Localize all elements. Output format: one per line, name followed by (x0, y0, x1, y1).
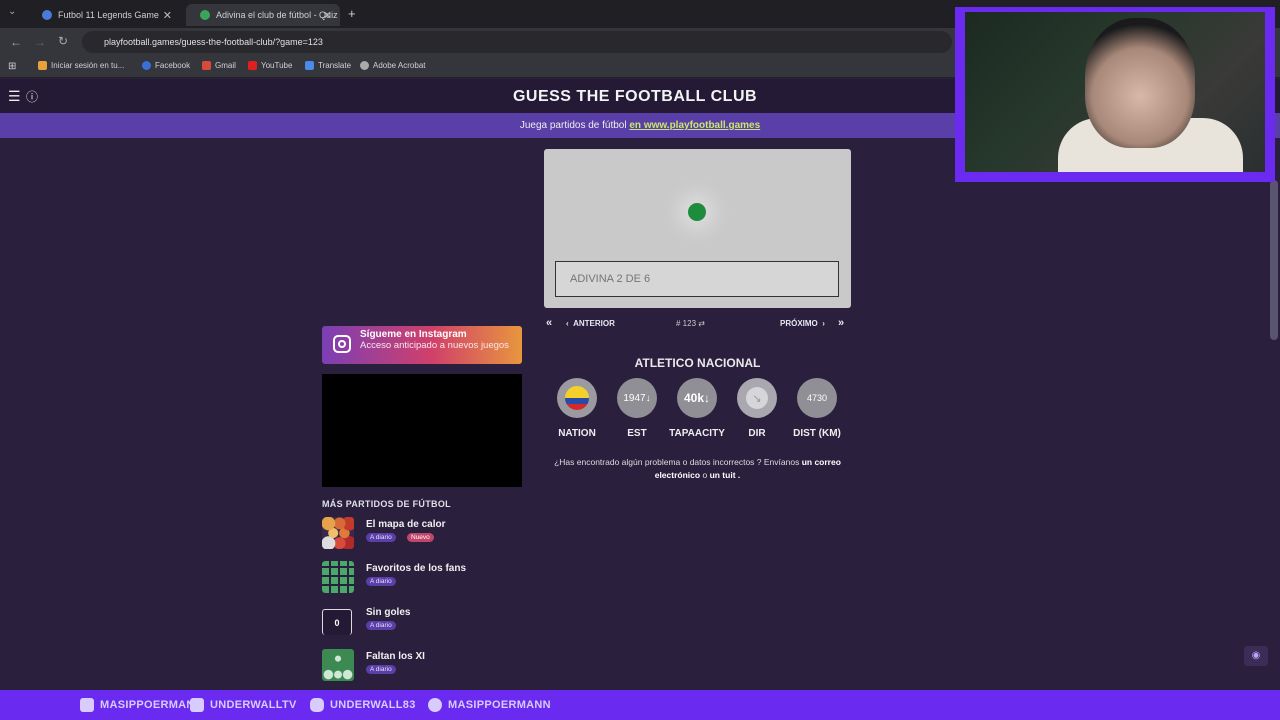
clue-label-dist: DIST (KM) (793, 428, 841, 439)
report-text: ¿Has encontrado algún problema o datos i… (544, 456, 851, 482)
social-handle: UNDERWALL83 (330, 699, 416, 711)
guess-input[interactable] (555, 261, 839, 297)
social-kick: UNDERWALLTV (190, 698, 297, 712)
game-name: Sin goles (366, 607, 411, 618)
instagram-title: Sígueme en Instagram (360, 329, 467, 340)
game-name: El mapa de calor (366, 519, 446, 530)
youtube-icon (310, 698, 324, 712)
previous-button[interactable]: ‹ ANTERIOR (566, 319, 615, 328)
fans-grid-icon (322, 561, 354, 593)
club-crest-image (688, 203, 706, 221)
bookmark-adobe[interactable]: Adobe Acrobat (360, 61, 425, 70)
address-bar[interactable]: playfootball.games/guess-the-football-cl… (82, 31, 952, 53)
tiktok-icon (428, 698, 442, 712)
report-or: o (702, 470, 708, 480)
url-text: playfootball.games/guess-the-football-cl… (104, 37, 323, 47)
daily-badge: A diario (366, 577, 396, 586)
clue-nation (557, 378, 597, 418)
apps-grid-icon[interactable]: ⊞ (8, 61, 16, 72)
instagram-icon (333, 335, 351, 353)
bookmark-translate[interactable]: Translate (305, 61, 351, 70)
first-game-icon[interactable]: « (546, 317, 552, 329)
game-link-sin-goles[interactable]: 0 Sin goles A diario (322, 605, 522, 639)
playfootball-favicon-icon (200, 10, 210, 20)
bookmark-gmail[interactable]: Gmail (202, 61, 236, 70)
bookmark-youtube[interactable]: YouTube (248, 61, 292, 70)
previous-label: ANTERIOR (573, 319, 615, 328)
microsoft-icon (38, 61, 47, 70)
close-icon[interactable]: ✕ (163, 9, 172, 22)
new-badge: Nuevo (407, 533, 434, 542)
floating-widget-icon[interactable]: ◉ (1244, 646, 1268, 666)
clue-direction: ↘ (737, 378, 777, 418)
social-instagram: MASIPPOERMAN (80, 698, 195, 712)
promo-link[interactable]: en www.playfootball.games (629, 120, 760, 131)
next-label: PRÓXIMO (780, 319, 818, 328)
game-link-favoritos[interactable]: Favoritos de los fans A diario (322, 561, 522, 595)
tab-search-icon[interactable]: ⌄ (8, 6, 16, 17)
video-embed[interactable] (322, 374, 522, 487)
tab-label: Futbol 11 Legends Game (58, 10, 159, 20)
game-number-text: # 123 (676, 319, 697, 328)
social-youtube: UNDERWALL83 (310, 698, 416, 712)
reload-icon[interactable]: ↻ (58, 34, 68, 48)
kick-icon (190, 698, 204, 712)
bookmark-facebook[interactable]: Facebook (142, 61, 190, 70)
bookmark-label: Adobe Acrobat (373, 61, 426, 70)
clue-distance: 4730 (797, 378, 837, 418)
more-games-title: MÁS PARTIDOS DE FÚTBOL (322, 499, 451, 509)
tweet-link[interactable]: un tuit (710, 470, 736, 480)
social-handle: MASIPPOERMANN (448, 699, 551, 711)
game-name: Faltan los XI (366, 651, 425, 662)
game-number: # 123 ⇄ (676, 319, 705, 328)
daily-badge: A diario (366, 533, 396, 542)
futbol11-favicon-icon (42, 10, 52, 20)
bookmark-label: YouTube (261, 61, 293, 70)
colombia-flag-icon (565, 386, 589, 410)
gmail-icon (202, 61, 211, 70)
facebook-icon (142, 61, 151, 70)
back-arrow-icon[interactable]: ← (10, 35, 22, 49)
webcam-person (1085, 18, 1195, 148)
tab-adivina-club[interactable]: Adivina el club de fútbol - Quiz ✕ (186, 4, 340, 26)
daily-badge: A diario (366, 621, 396, 630)
game-link-mapa-calor[interactable]: El mapa de calor A diario Nuevo (322, 517, 522, 551)
report-end: . (737, 470, 741, 480)
heatmap-icon (322, 517, 354, 549)
daily-badge: A diario (366, 665, 396, 674)
translate-icon (305, 61, 314, 70)
promo-text: Juega partidos de fútbol (519, 120, 627, 131)
social-handle: UNDERWALLTV (210, 699, 297, 711)
next-button[interactable]: PRÓXIMO › (780, 319, 825, 328)
random-swap-icon[interactable]: ⇄ (698, 319, 705, 328)
last-game-icon[interactable]: » (838, 317, 844, 329)
bookmark-label: Facebook (155, 61, 191, 70)
pitch-lineup-icon (322, 649, 354, 681)
tab-label: Adivina el club de fútbol - Quiz (216, 10, 338, 20)
page-scrollbar[interactable] (1270, 180, 1278, 340)
close-icon[interactable]: ✕ (323, 9, 332, 22)
new-tab-icon[interactable]: + (348, 6, 356, 21)
instagram-subtitle: Acceso anticipado a nuevos juegos (360, 340, 509, 351)
clue-capacity: 40k↓ (677, 378, 717, 418)
bookmark-label: Gmail (215, 61, 236, 70)
bookmark-label: Iniciar sesión en tu... (51, 61, 125, 70)
goal-icon: 0 (322, 609, 352, 635)
adobe-acrobat-icon (360, 61, 369, 70)
report-prefix: ¿Has encontrado algún problema o datos i… (554, 457, 800, 467)
instagram-icon (80, 698, 94, 712)
bookmark-label: Translate (318, 61, 352, 70)
clue-est: 1947↓ (617, 378, 657, 418)
youtube-icon (248, 61, 257, 70)
game-link-faltan-xi[interactable]: Faltan los XI A diario (322, 649, 522, 683)
game-name: Favoritos de los fans (366, 563, 467, 574)
direction-arrow-icon: ↘ (746, 387, 768, 409)
revealed-club-name: ATLETICO NACIONAL (634, 356, 761, 370)
bookmark-microsoft[interactable]: Iniciar sesión en tu... (38, 61, 124, 70)
forward-arrow-icon[interactable]: → (34, 35, 46, 49)
social-handle: MASIPPOERMAN (100, 699, 195, 711)
tab-futbol11[interactable]: Futbol 11 Legends Game ✕ (28, 4, 180, 26)
social-tiktok: MASIPPOERMANN (428, 698, 551, 712)
